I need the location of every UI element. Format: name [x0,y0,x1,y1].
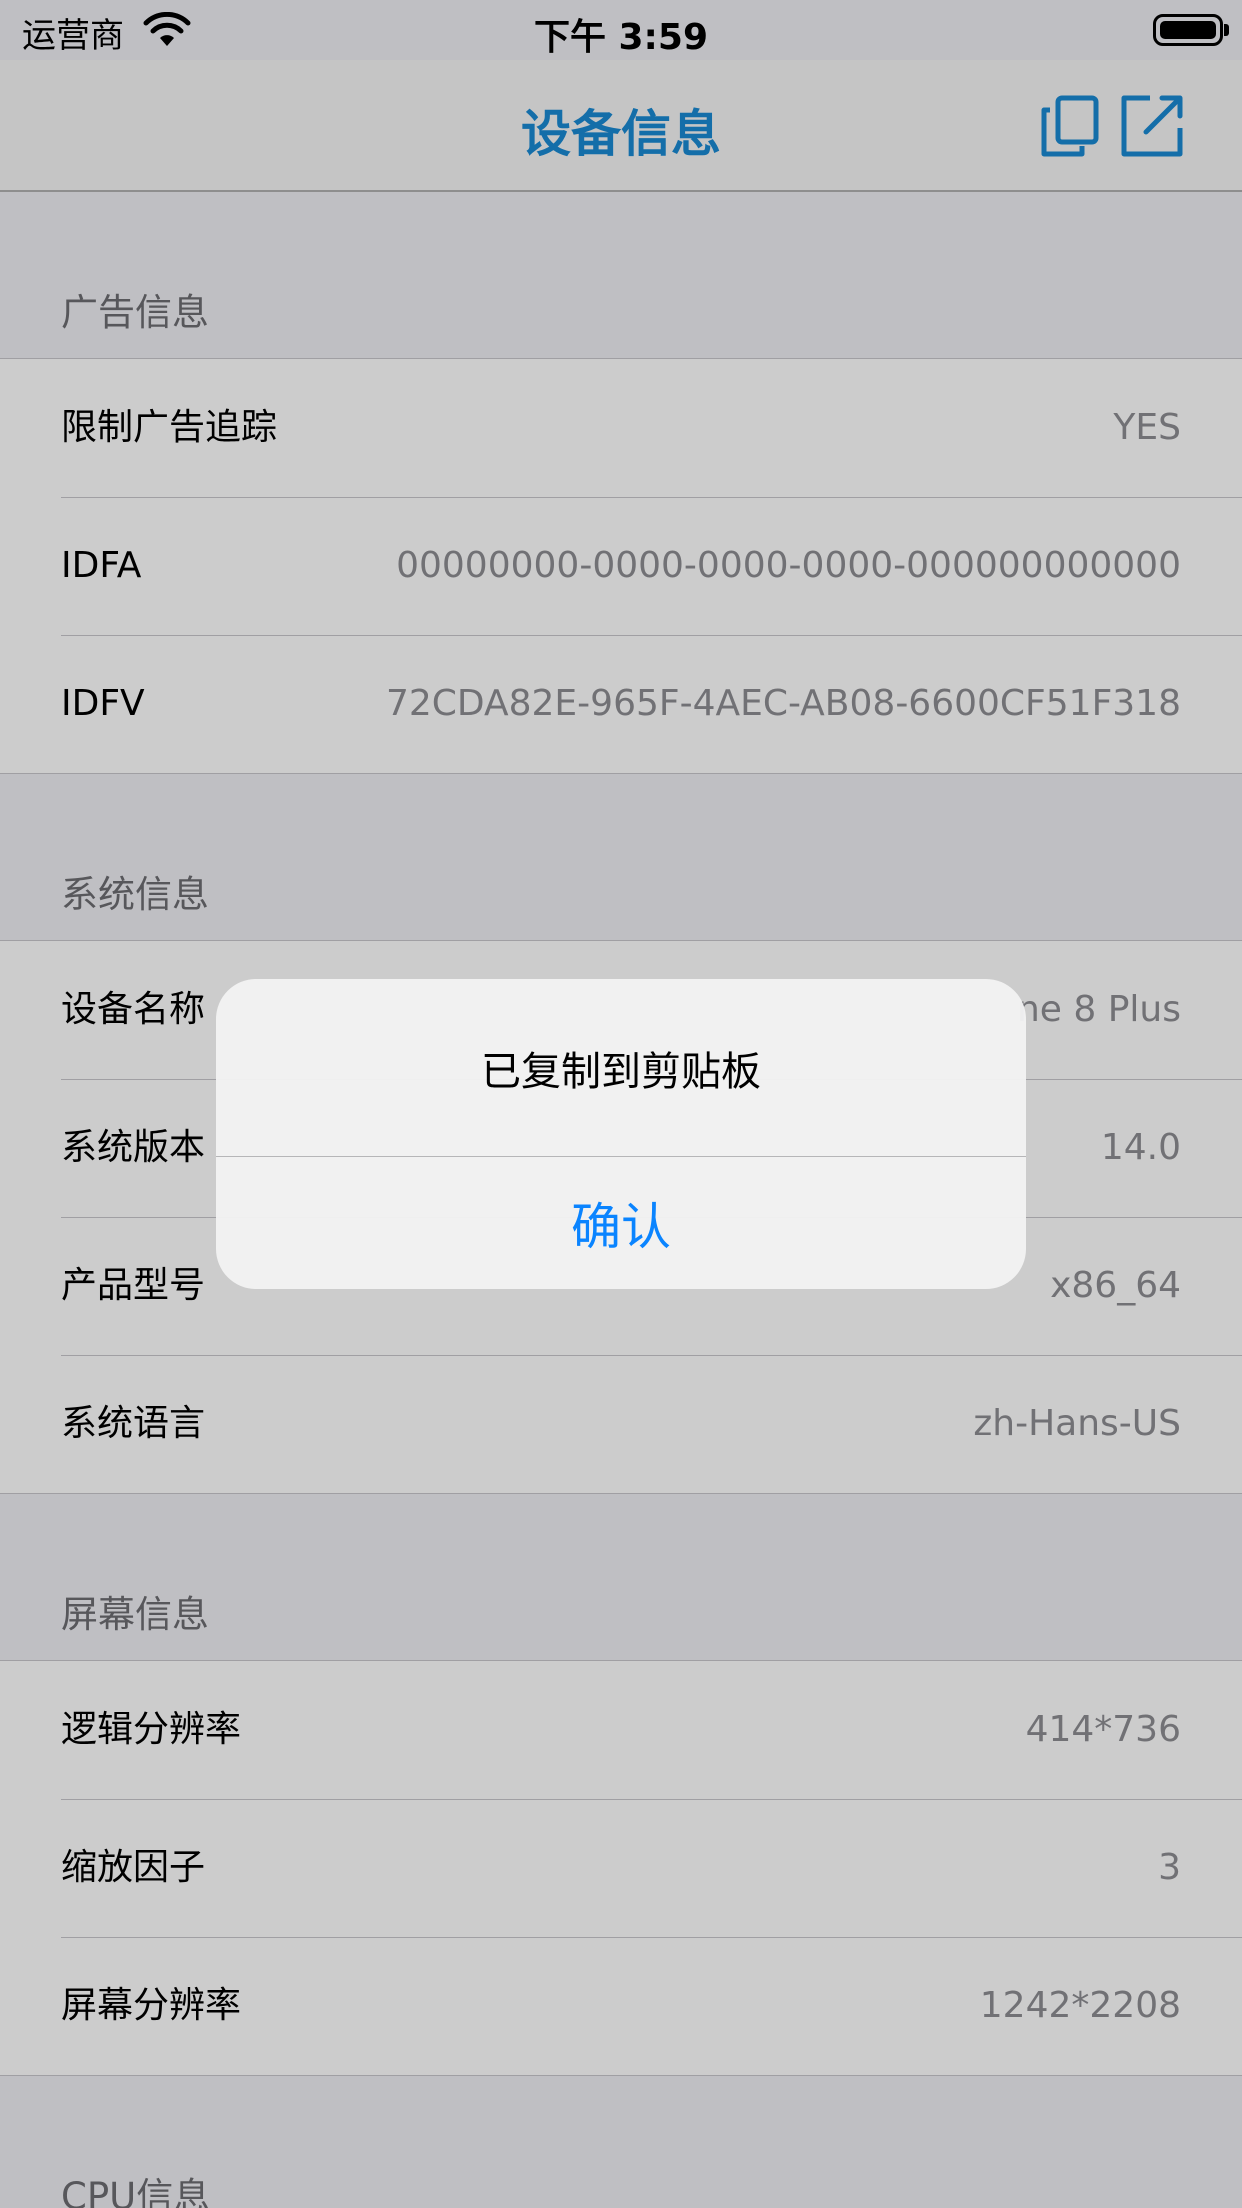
alert-message: 已复制到剪贴板 [481,1048,761,1095]
screen: 运营商 下午 3:59 设备信息 广告信息 限制广告追踪 YES IDFA 00… [0,0,1242,2208]
alert-dialog: 已复制到剪贴板 确认 [216,979,1026,1289]
confirm-button[interactable]: 确认 [216,1157,1026,1289]
